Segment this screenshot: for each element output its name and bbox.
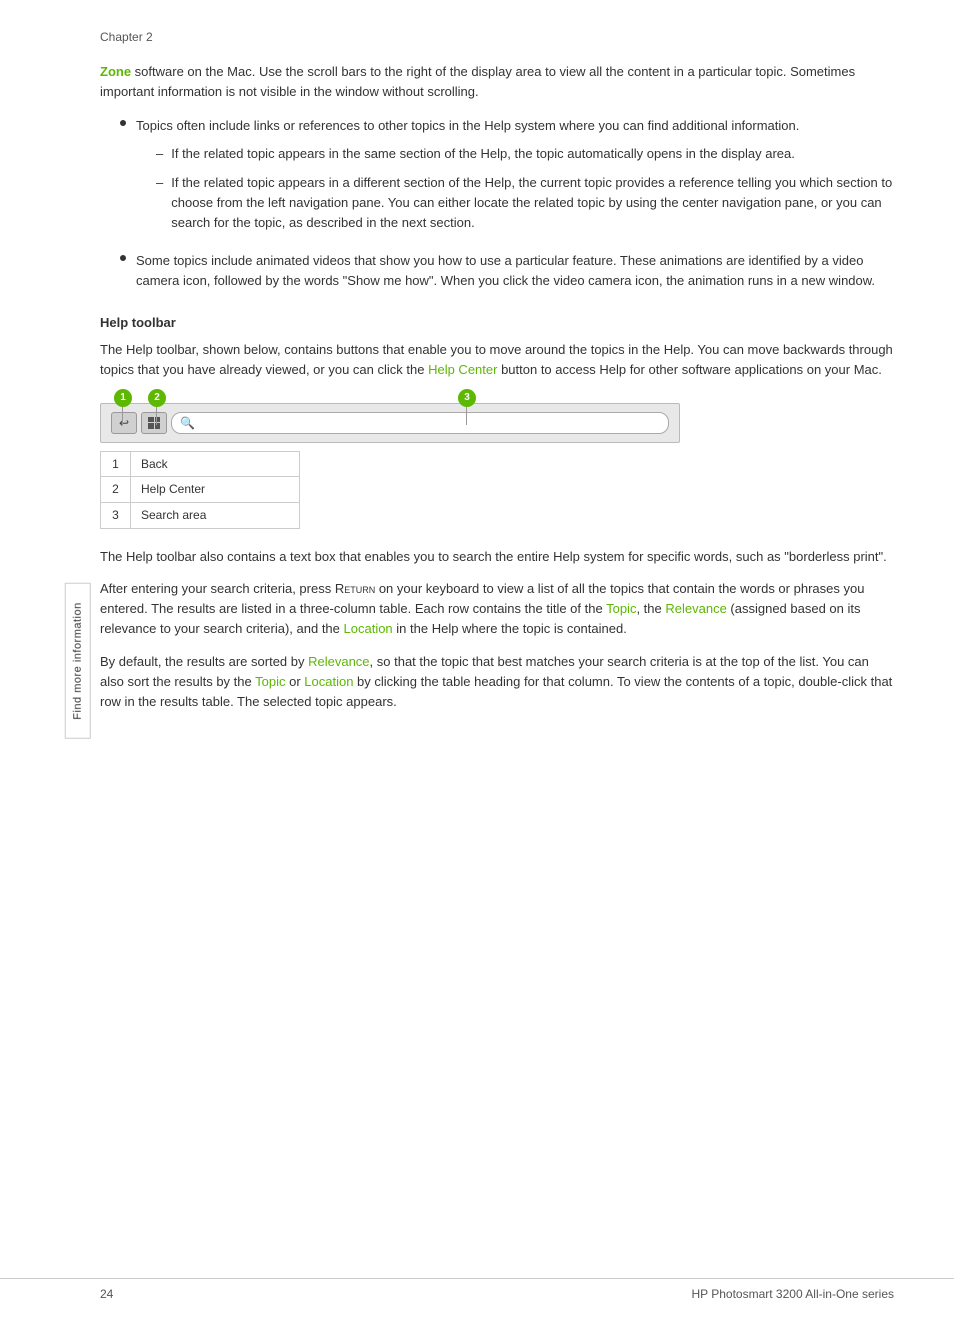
para2: After entering your search criteria, pre… [100, 579, 894, 639]
page-footer: 24 HP Photosmart 3200 All-in-One series [0, 1278, 954, 1301]
para2-5: in the Help where the topic is contained… [393, 621, 627, 636]
topic-link-1: Topic [606, 601, 636, 616]
location-link-1: Location [344, 621, 393, 636]
num-bubble-1: 1 [114, 389, 132, 407]
grid-cell-3 [148, 423, 154, 429]
bullet-dot-1 [120, 120, 126, 126]
para3-3: or [285, 674, 304, 689]
ref-table-body: 1 Back 2 Help Center 3 Search area [101, 451, 300, 528]
help-center-button[interactable] [141, 412, 167, 434]
table-row-3: 3 Search area [101, 503, 300, 529]
grid-cell-1 [148, 417, 154, 423]
dash-text-2: If the related topic appears in a differ… [171, 173, 894, 233]
relevance-link-1: Relevance [665, 601, 726, 616]
intro-paragraph: Zone software on the Mac. Use the scroll… [100, 62, 894, 102]
search-magnifier-icon: 🔍 [180, 416, 195, 430]
num-bubble-2: 2 [148, 389, 166, 407]
bullet-text-1: Topics often include links or references… [136, 116, 894, 241]
table-row-2: 2 Help Center [101, 477, 300, 503]
ref-num-1: 1 [101, 451, 131, 477]
para1: The Help toolbar also contains a text bo… [100, 547, 894, 567]
section-intro-paragraph: The Help toolbar, shown below, contains … [100, 340, 894, 380]
ref-table: 1 Back 2 Help Center 3 Search area [100, 451, 300, 529]
section-heading: Help toolbar [100, 315, 894, 330]
zone-bold: Zone [100, 64, 131, 79]
num-bubble-3-container: 3 [458, 389, 476, 407]
table-row-1: 1 Back [101, 451, 300, 477]
dash-text-1: If the related topic appears in the same… [171, 144, 894, 164]
num-bubble-3: 3 [458, 389, 476, 407]
topic-link-2: Topic [255, 674, 285, 689]
ref-num-3: 3 [101, 503, 131, 529]
dash-list: – If the related topic appears in the sa… [156, 144, 894, 233]
toolbar-diagram-container: 1 2 3 ↩ [100, 403, 680, 443]
dash-item-1: – If the related topic appears in the sa… [156, 144, 894, 164]
content-area: Zone software on the Mac. Use the scroll… [100, 62, 894, 712]
relevance-link-2: Relevance [308, 654, 369, 669]
para2-3: , the [636, 601, 665, 616]
bullet-text-2: Some topics include animated videos that… [136, 251, 894, 291]
dash-item-2: – If the related topic appears in a diff… [156, 173, 894, 233]
ref-label-2: Help Center [131, 477, 300, 503]
search-area[interactable]: 🔍 [171, 412, 669, 434]
side-tab: Find more information [65, 583, 91, 739]
grid-icon [148, 417, 160, 429]
num-bubble-2-container: 2 [148, 389, 166, 407]
line-1 [122, 407, 123, 425]
dash-symbol-2: – [156, 173, 163, 233]
para3: By default, the results are sorted by Re… [100, 652, 894, 712]
return-key: Return [335, 581, 375, 596]
para3-1: By default, the results are sorted by [100, 654, 308, 669]
bullet-dot-2 [120, 255, 126, 261]
para2-1: After entering your search criteria, pre… [100, 581, 335, 596]
section-intro-text-2: button to access Help for other software… [497, 362, 881, 377]
bullet-item-2: Some topics include animated videos that… [120, 251, 894, 291]
line-2 [156, 407, 157, 425]
bullet-list: Topics often include links or references… [120, 116, 894, 291]
intro-text: software on the Mac. Use the scroll bars… [100, 64, 855, 99]
toolbar-box: ↩ 🔍 [100, 403, 680, 443]
product-name: HP Photosmart 3200 All-in-One series [691, 1287, 894, 1301]
line-3 [466, 407, 467, 425]
ref-label-1: Back [131, 451, 300, 477]
page-number: 24 [100, 1287, 113, 1301]
num-bubble-1-container: 1 [114, 389, 132, 407]
chapter-header: Chapter 2 [100, 30, 894, 44]
bullet-item-1: Topics often include links or references… [120, 116, 894, 241]
location-link-2: Location [304, 674, 353, 689]
back-button[interactable]: ↩ [111, 412, 137, 434]
ref-label-3: Search area [131, 503, 300, 529]
dash-symbol-1: – [156, 144, 163, 164]
help-center-link: Help Center [428, 362, 497, 377]
page-container: Find more information Chapter 2 Zone sof… [0, 0, 954, 1321]
ref-num-2: 2 [101, 477, 131, 503]
